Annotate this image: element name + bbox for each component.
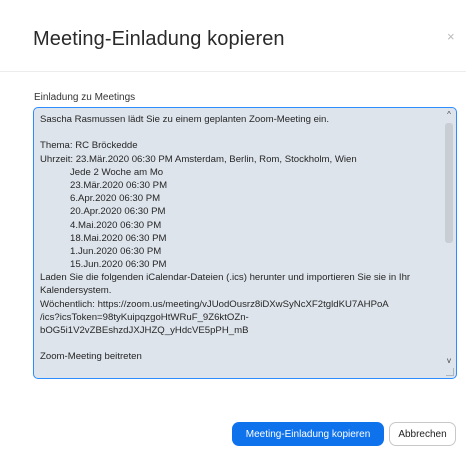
scrollbar-thumb[interactable]: [445, 123, 453, 243]
invitation-line: Laden Sie die folgenden iCalendar-Dateie…: [40, 272, 411, 284]
invitation-line: Zoom-Meeting beitreten: [40, 351, 142, 363]
invitation-line: 23.Mär.2020 06:30 PM: [70, 179, 168, 191]
invitation-line: [40, 126, 440, 139]
invitation-line: Kalendersystem.: [40, 285, 112, 297]
invitation-text: Sascha Rasmussen lädt Sie zu einem gepla…: [40, 113, 440, 364]
invitation-line: 15.Jun.2020 06:30 PM: [70, 259, 167, 271]
invitation-line: 1.Jun.2020 06:30 PM: [70, 245, 162, 257]
invitation-field-label: Einladung zu Meetings: [34, 92, 136, 103]
copy-invitation-dialog: Meeting-Einladung kopieren × Einladung z…: [0, 0, 466, 458]
scroll-up-arrow-icon[interactable]: ^: [443, 109, 455, 121]
invitation-line: 6.Apr.2020 06:30 PM: [70, 193, 161, 205]
header-divider: [0, 71, 466, 72]
invitation-line: Sascha Rasmussen lädt Sie zu einem gepla…: [40, 114, 330, 125]
resize-handle-icon[interactable]: [446, 368, 454, 376]
invitation-line: bOG5i1V2vZBEshzdJXJHZQ_yHdcVE5pPH_mB: [40, 325, 249, 336]
close-icon[interactable]: ×: [447, 30, 455, 43]
textarea-scrollbar[interactable]: ^ v: [443, 109, 455, 367]
invitation-line: Wöchentlich: https://zoom.us/meeting/vJU…: [40, 298, 389, 310]
invitation-line: 18.Mai.2020 06:30 PM: [70, 232, 167, 244]
invitation-line: 20.Apr.2020 06:30 PM: [70, 206, 166, 218]
invitation-line: Jede 2 Woche am Mo: [70, 166, 164, 178]
invitation-line: [40, 337, 440, 350]
invitation-line: Thema: RC Bröckedde: [40, 140, 138, 152]
cancel-button[interactable]: Abbrechen: [389, 422, 456, 446]
scroll-down-arrow-icon[interactable]: v: [443, 355, 455, 367]
invitation-textarea[interactable]: Sascha Rasmussen lädt Sie zu einem gepla…: [33, 107, 457, 379]
copy-invitation-button[interactable]: Meeting-Einladung kopieren: [232, 422, 384, 446]
invitation-line: Uhrzeit: 23.Mär.2020 06:30 PM Amsterdam,…: [40, 153, 357, 165]
invitation-line: 4.Mai.2020 06:30 PM: [70, 219, 162, 231]
invitation-line: /ics?icsToken=98tyKuipqzgoHtWRuF_9Z6ktOZ…: [40, 311, 249, 323]
dialog-title: Meeting-Einladung kopieren: [33, 28, 285, 50]
